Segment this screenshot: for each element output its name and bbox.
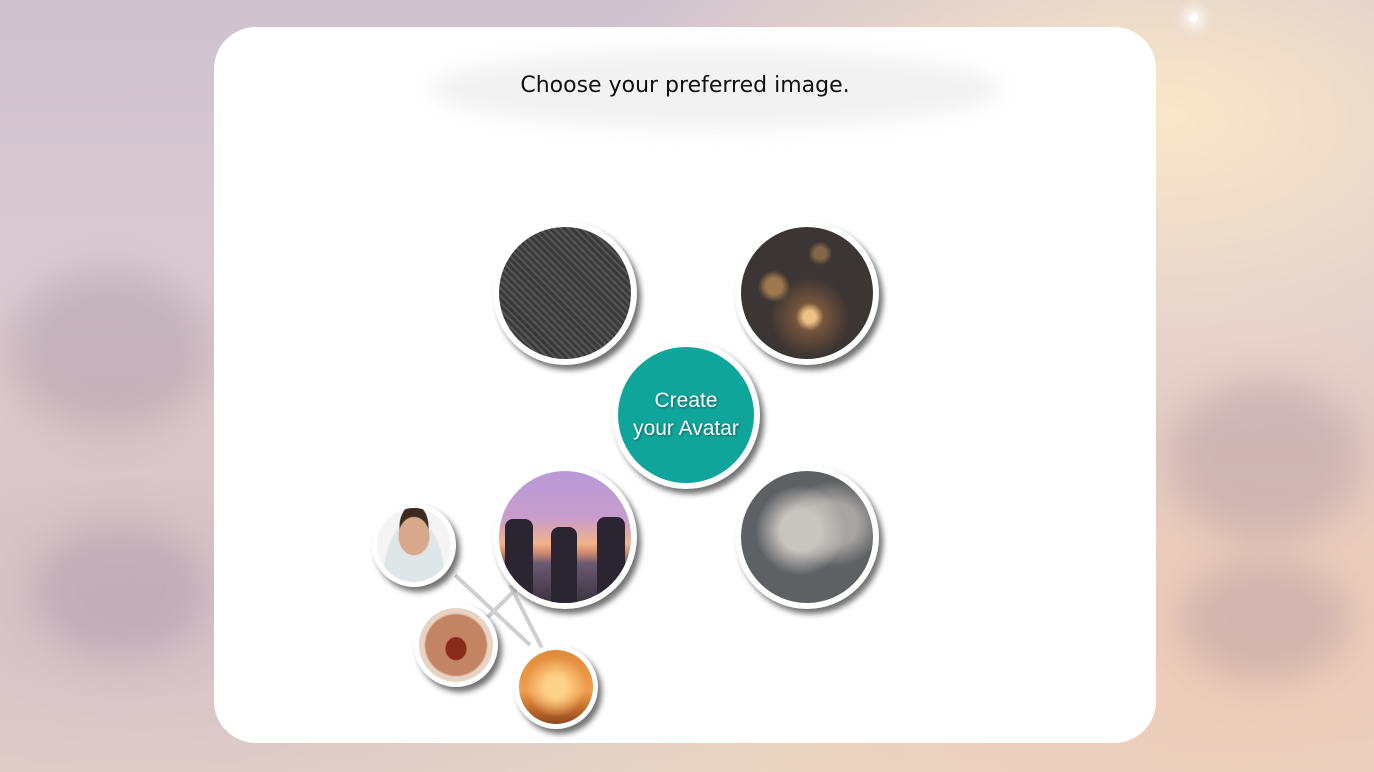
- background-cloud: [1180, 560, 1350, 680]
- laughing-man-image: [419, 608, 493, 682]
- angel-warrior-image: [741, 471, 873, 603]
- lace-texture-image: [499, 227, 631, 359]
- image-option-candle[interactable]: [735, 221, 879, 365]
- star-icon: [1190, 14, 1198, 22]
- sub-image-smiling-man[interactable]: [372, 503, 456, 587]
- sub-image-couple-sunset[interactable]: [514, 645, 598, 729]
- friends-sunset-image: [499, 471, 631, 603]
- smiling-man-image: [377, 508, 451, 582]
- candle-image: [741, 227, 873, 359]
- background-cloud: [10, 270, 210, 430]
- create-avatar-line1: Create: [654, 389, 718, 412]
- image-option-angel[interactable]: [735, 465, 879, 609]
- page-title: Choose your preferred image.: [520, 73, 850, 98]
- person-silhouette: [597, 517, 625, 601]
- background-cloud: [30, 520, 210, 660]
- sub-image-laughing-man[interactable]: [414, 603, 498, 687]
- create-avatar-line2: your Avatar: [633, 417, 739, 440]
- image-option-lace[interactable]: [493, 221, 637, 365]
- create-avatar-button[interactable]: Create your Avatar: [612, 341, 760, 489]
- background-cloud: [1170, 380, 1360, 540]
- image-option-friends-sunset[interactable]: [493, 465, 637, 609]
- person-silhouette: [551, 527, 577, 603]
- couple-sunset-image: [519, 650, 593, 724]
- create-avatar-label: Create your Avatar: [618, 347, 754, 483]
- person-silhouette: [505, 519, 533, 599]
